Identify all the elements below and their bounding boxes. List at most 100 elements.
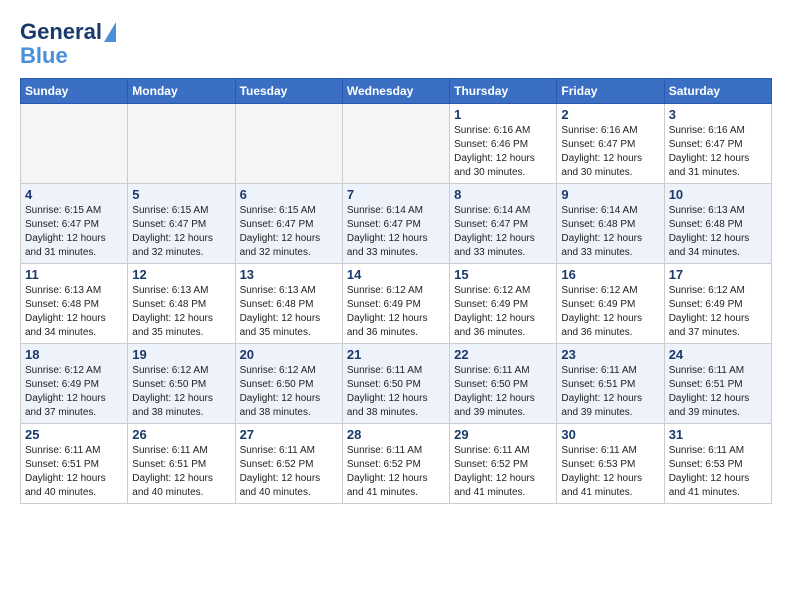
day-number: 19: [132, 347, 230, 362]
calendar-cell: 10 Sunrise: 6:13 AMSunset: 6:48 PMDayligh…: [664, 184, 771, 264]
calendar-week-4: 18Sunrise: 6:12 AMSunset: 6:49 PMDayligh…: [21, 344, 772, 424]
day-number: 16: [561, 267, 659, 282]
calendar-cell: 2Sunrise: 6:16 AMSunset: 6:47 PMDaylight…: [557, 104, 664, 184]
day-number: 10: [669, 187, 767, 202]
calendar-cell: 7 Sunrise: 6:14 AMSunset: 6:47 PMDaylight…: [342, 184, 449, 264]
day-number: 7: [347, 187, 445, 202]
day-number: 22: [454, 347, 552, 362]
day-number: 30: [561, 427, 659, 442]
calendar-cell: 6 Sunrise: 6:15 AMSunset: 6:47 PMDaylight…: [235, 184, 342, 264]
calendar-cell: [342, 104, 449, 184]
calendar-cell: [128, 104, 235, 184]
day-number: 9: [561, 187, 659, 202]
calendar-cell: 25 Sunrise: 6:11 AMSunset: 6:51 PMDayligh…: [21, 424, 128, 504]
day-number: 6: [240, 187, 338, 202]
calendar-cell: 29 Sunrise: 6:11 AMSunset: 6:52 PMDayligh…: [450, 424, 557, 504]
calendar-cell: 22 Sunrise: 6:11 AMSunset: 6:50 PMDayligh…: [450, 344, 557, 424]
day-number: 13: [240, 267, 338, 282]
calendar-cell: 18Sunrise: 6:12 AMSunset: 6:49 PMDayligh…: [21, 344, 128, 424]
calendar-cell: [21, 104, 128, 184]
day-header-monday: Monday: [128, 79, 235, 104]
day-number: 15: [454, 267, 552, 282]
calendar-cell: 5 Sunrise: 6:15 AMSunset: 6:47 PMDaylight…: [128, 184, 235, 264]
day-number: 5: [132, 187, 230, 202]
calendar-cell: 14Sunrise: 6:12 AMSunset: 6:49 PMDayligh…: [342, 264, 449, 344]
day-info: Sunrise: 6:14 AMSunset: 6:47 PMDaylight:…: [347, 204, 445, 260]
day-number: 18: [25, 347, 123, 362]
day-number: 26: [132, 427, 230, 442]
calendar-cell: 4 Sunrise: 6:15 AMSunset: 6:47 PMDaylight…: [21, 184, 128, 264]
calendar-week-1: 1 Sunrise: 6:16 AMSunset: 6:46 PMDaylight…: [21, 104, 772, 184]
day-number: 25: [25, 427, 123, 442]
day-number: 17: [669, 267, 767, 282]
calendar-cell: 8 Sunrise: 6:14 AMSunset: 6:47 PMDaylight…: [450, 184, 557, 264]
day-info: Sunrise: 6:12 AMSunset: 6:49 PMDaylight:…: [561, 284, 659, 340]
calendar-cell: 30 Sunrise: 6:11 AMSunset: 6:53 PMDayligh…: [557, 424, 664, 504]
calendar-week-3: 11 Sunrise: 6:13 AMSunset: 6:48 PMDayligh…: [21, 264, 772, 344]
day-header-tuesday: Tuesday: [235, 79, 342, 104]
day-number: 21: [347, 347, 445, 362]
day-info: Sunrise: 6:12 AMSunset: 6:49 PMDaylight:…: [454, 284, 552, 340]
calendar-cell: 16 Sunrise: 6:12 AMSunset: 6:49 PMDayligh…: [557, 264, 664, 344]
day-number: 11: [25, 267, 123, 282]
day-info: Sunrise: 6:15 AMSunset: 6:47 PMDaylight:…: [132, 204, 230, 260]
day-number: 31: [669, 427, 767, 442]
calendar-cell: 31 Sunrise: 6:11 AMSunset: 6:53 PMDayligh…: [664, 424, 771, 504]
day-number: 29: [454, 427, 552, 442]
day-info: Sunrise: 6:16 AMSunset: 6:47 PMDaylight:…: [561, 124, 659, 180]
day-info: Sunrise: 6:15 AMSunset: 6:47 PMDaylight:…: [25, 204, 123, 260]
day-info: Sunrise: 6:11 AMSunset: 6:51 PMDaylight:…: [25, 444, 123, 500]
day-info: Sunrise: 6:15 AMSunset: 6:47 PMDaylight:…: [240, 204, 338, 260]
calendar-cell: 24 Sunrise: 6:11 AMSunset: 6:51 PMDayligh…: [664, 344, 771, 424]
calendar-cell: 28 Sunrise: 6:11 AMSunset: 6:52 PMDayligh…: [342, 424, 449, 504]
day-info: Sunrise: 6:11 AMSunset: 6:53 PMDaylight:…: [561, 444, 659, 500]
day-info: Sunrise: 6:14 AMSunset: 6:48 PMDaylight:…: [561, 204, 659, 260]
day-info: Sunrise: 6:12 AMSunset: 6:50 PMDaylight:…: [240, 364, 338, 420]
calendar-cell: 15 Sunrise: 6:12 AMSunset: 6:49 PMDayligh…: [450, 264, 557, 344]
logo-triangle-icon: [104, 22, 116, 42]
calendar-cell: 20 Sunrise: 6:12 AMSunset: 6:50 PMDayligh…: [235, 344, 342, 424]
day-number: 1: [454, 107, 552, 122]
day-number: 20: [240, 347, 338, 362]
day-info: Sunrise: 6:11 AMSunset: 6:52 PMDaylight:…: [347, 444, 445, 500]
day-info: Sunrise: 6:12 AMSunset: 6:49 PMDaylight:…: [669, 284, 767, 340]
day-number: 23: [561, 347, 659, 362]
day-number: 3: [669, 107, 767, 122]
day-info: Sunrise: 6:12 AMSunset: 6:50 PMDaylight:…: [132, 364, 230, 420]
day-number: 12: [132, 267, 230, 282]
day-header-thursday: Thursday: [450, 79, 557, 104]
day-number: 4: [25, 187, 123, 202]
day-header-wednesday: Wednesday: [342, 79, 449, 104]
day-info: Sunrise: 6:11 AMSunset: 6:51 PMDaylight:…: [669, 364, 767, 420]
day-info: Sunrise: 6:13 AMSunset: 6:48 PMDaylight:…: [132, 284, 230, 340]
day-number: 28: [347, 427, 445, 442]
day-number: 24: [669, 347, 767, 362]
calendar-cell: 26 Sunrise: 6:11 AMSunset: 6:51 PMDayligh…: [128, 424, 235, 504]
calendar-cell: 9 Sunrise: 6:14 AMSunset: 6:48 PMDaylight…: [557, 184, 664, 264]
day-info: Sunrise: 6:11 AMSunset: 6:52 PMDaylight:…: [454, 444, 552, 500]
day-info: Sunrise: 6:13 AMSunset: 6:48 PMDaylight:…: [669, 204, 767, 260]
day-header-sunday: Sunday: [21, 79, 128, 104]
logo-general: General: [20, 20, 102, 44]
day-info: Sunrise: 6:11 AMSunset: 6:51 PMDaylight:…: [132, 444, 230, 500]
day-info: Sunrise: 6:13 AMSunset: 6:48 PMDaylight:…: [25, 284, 123, 340]
day-info: Sunrise: 6:11 AMSunset: 6:50 PMDaylight:…: [454, 364, 552, 420]
calendar-cell: 17 Sunrise: 6:12 AMSunset: 6:49 PMDayligh…: [664, 264, 771, 344]
calendar-cell: 3Sunrise: 6:16 AMSunset: 6:47 PMDaylight…: [664, 104, 771, 184]
day-number: 8: [454, 187, 552, 202]
day-header-friday: Friday: [557, 79, 664, 104]
calendar-cell: 23 Sunrise: 6:11 AMSunset: 6:51 PMDayligh…: [557, 344, 664, 424]
day-info: Sunrise: 6:16 AMSunset: 6:46 PMDaylight:…: [454, 124, 552, 180]
calendar-cell: 27Sunrise: 6:11 AMSunset: 6:52 PMDayligh…: [235, 424, 342, 504]
day-info: Sunrise: 6:11 AMSunset: 6:53 PMDaylight:…: [669, 444, 767, 500]
day-number: 27: [240, 427, 338, 442]
day-number: 14: [347, 267, 445, 282]
calendar-cell: [235, 104, 342, 184]
calendar-cell: 19 Sunrise: 6:12 AMSunset: 6:50 PMDayligh…: [128, 344, 235, 424]
calendar-cell: 11 Sunrise: 6:13 AMSunset: 6:48 PMDayligh…: [21, 264, 128, 344]
day-info: Sunrise: 6:11 AMSunset: 6:51 PMDaylight:…: [561, 364, 659, 420]
page-header: General Blue: [20, 20, 772, 68]
calendar-cell: 21Sunrise: 6:11 AMSunset: 6:50 PMDayligh…: [342, 344, 449, 424]
calendar-header-row: SundayMondayTuesdayWednesdayThursdayFrid…: [21, 79, 772, 104]
day-info: Sunrise: 6:14 AMSunset: 6:47 PMDaylight:…: [454, 204, 552, 260]
